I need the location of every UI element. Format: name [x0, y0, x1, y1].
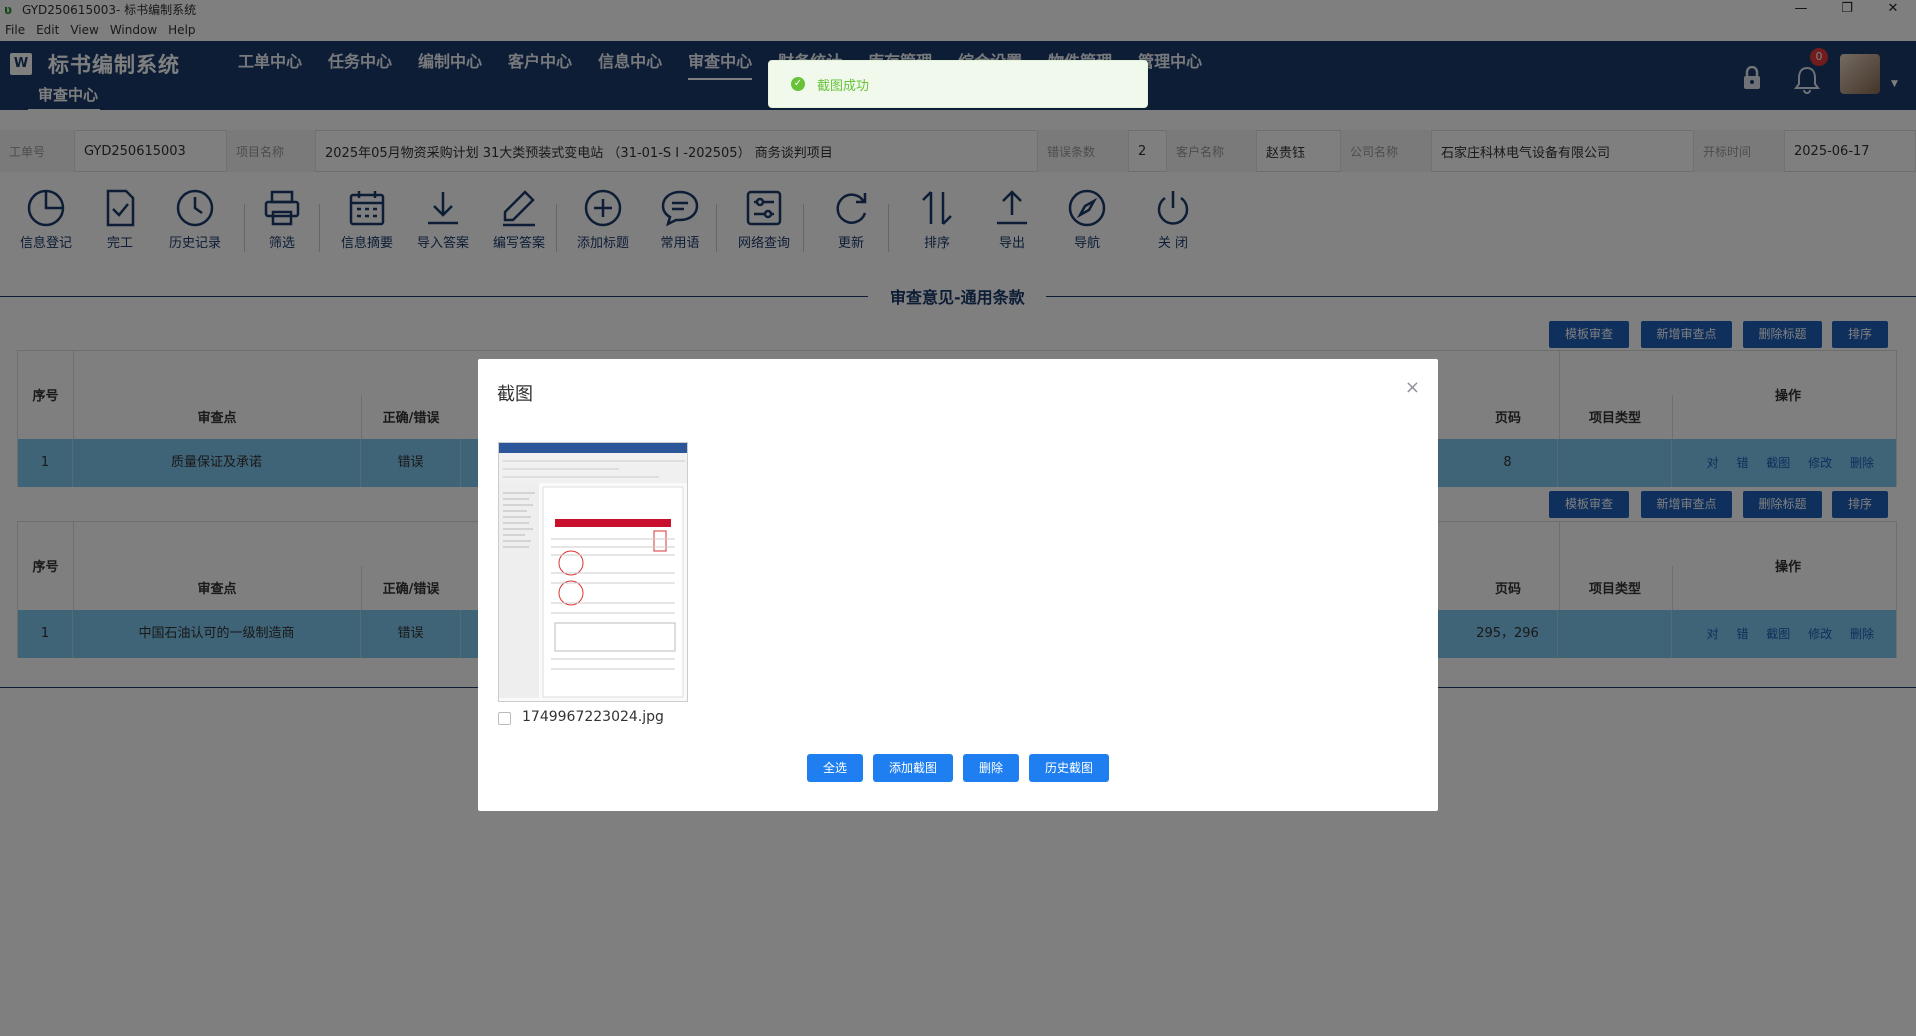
success-toast: ✓ 截图成功 [768, 60, 1148, 108]
select-all-button[interactable]: 全选 [807, 754, 863, 782]
screenshot-thumbnail[interactable] [498, 442, 688, 702]
success-check-icon: ✓ [791, 77, 805, 91]
thumbnail-checkbox[interactable] [498, 712, 511, 725]
close-icon[interactable]: × [1405, 377, 1420, 398]
screenshot-dialog: 截图 × 1749967223024.jpg 全选 添加截图 删除 历史截图 [478, 359, 1438, 811]
thumbnail-filename: 1749967223024.jpg [522, 709, 664, 725]
history-screenshot-button[interactable]: 历史截图 [1029, 754, 1109, 782]
delete-button[interactable]: 删除 [963, 754, 1019, 782]
dialog-title: 截图 [497, 384, 533, 405]
document-preview-image [499, 443, 687, 701]
toast-message: 截图成功 [817, 78, 870, 94]
add-screenshot-button[interactable]: 添加截图 [873, 754, 953, 782]
